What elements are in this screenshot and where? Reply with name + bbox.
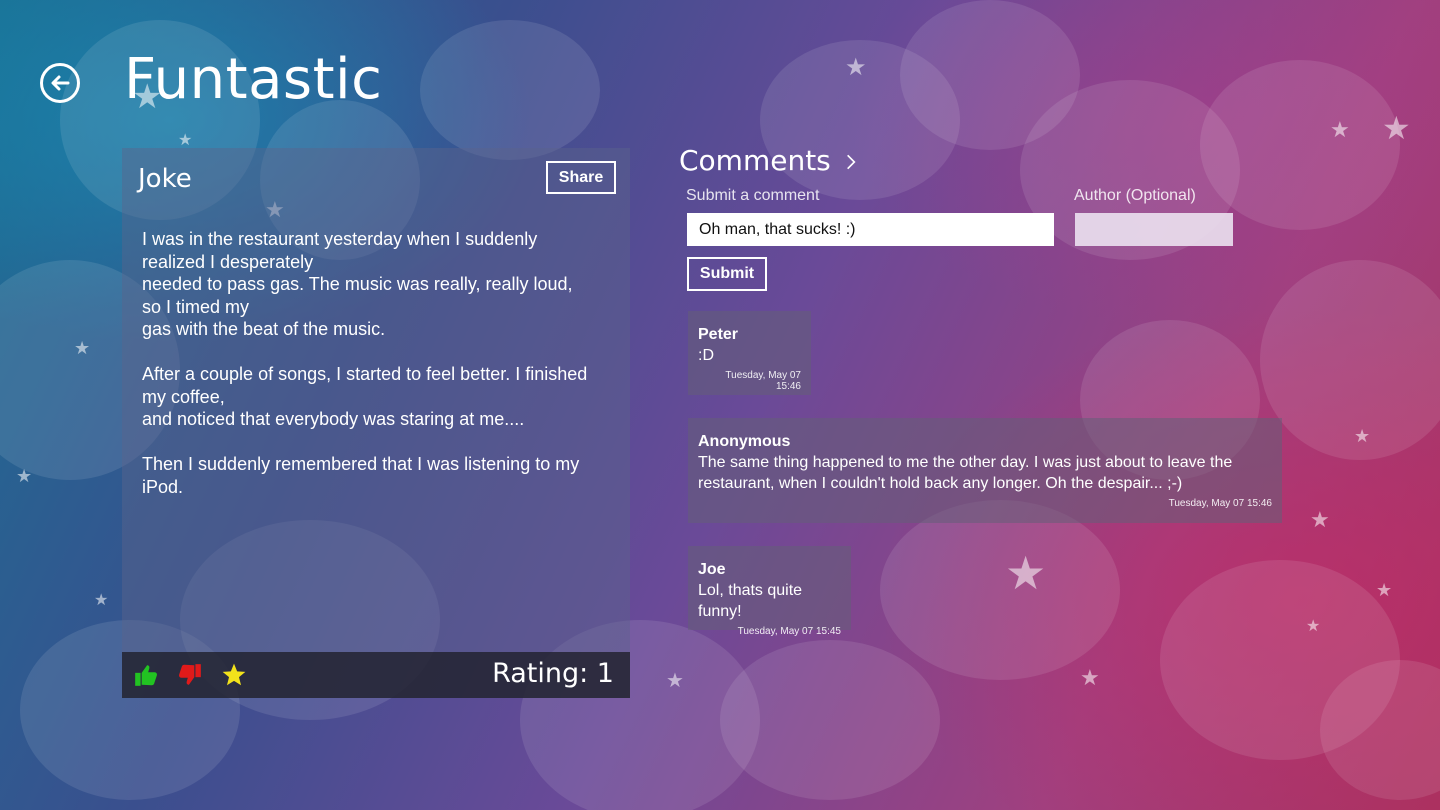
thumbs-up-icon xyxy=(135,665,157,686)
joke-panel: Joke Share I was in the restaurant yeste… xyxy=(122,148,630,698)
rating-value: Rating: 1 xyxy=(492,658,614,689)
comment-text: The same thing happened to me the other … xyxy=(698,454,1233,492)
back-button[interactable] xyxy=(40,63,80,103)
comment-input[interactable] xyxy=(687,213,1054,246)
favorite-button[interactable] xyxy=(220,661,248,689)
like-button[interactable] xyxy=(132,661,160,689)
thumbs-down-icon xyxy=(179,664,201,685)
submit-button[interactable]: Submit xyxy=(687,257,767,291)
author-input[interactable] xyxy=(1075,213,1233,246)
comment-timestamp: Tuesday, May 07 15:46 xyxy=(1168,498,1272,509)
back-arrow-icon xyxy=(51,75,70,91)
share-button[interactable]: Share xyxy=(546,161,616,194)
dislike-button[interactable] xyxy=(176,661,204,689)
comment-field-label: Submit a comment xyxy=(686,187,820,204)
comment-timestamp: Tuesday, May 07 15:45 xyxy=(737,626,841,637)
chevron-right-icon xyxy=(846,154,856,170)
comments-title: Comments xyxy=(679,144,831,177)
joke-text: I was in the restaurant yesterday when I… xyxy=(142,229,588,497)
comment-author: Joe xyxy=(698,561,726,578)
comment-author: Peter xyxy=(698,326,739,343)
joke-heading: Joke xyxy=(138,164,192,194)
comment-item: Joe Lol, thats quite funny! Tuesday, May… xyxy=(688,546,851,637)
comment-text: Lol, thats quite funny! xyxy=(698,582,803,620)
comment-item: Anonymous The same thing happened to me … xyxy=(688,418,1282,523)
author-field-label: Author (Optional) xyxy=(1074,187,1196,204)
comment-text: :D xyxy=(698,347,714,364)
star-icon xyxy=(222,663,246,686)
comment-item: Peter :D Tuesday, May 07 15:46 xyxy=(688,311,811,395)
joke-rating-bar: Rating: 1 xyxy=(122,652,630,698)
comment-author: Anonymous xyxy=(698,433,791,450)
comment-timestamp: Tuesday, May 07 15:46 xyxy=(725,370,801,392)
page-title: Funtastic xyxy=(124,47,383,112)
comments-heading-link[interactable]: Comments xyxy=(679,144,856,177)
